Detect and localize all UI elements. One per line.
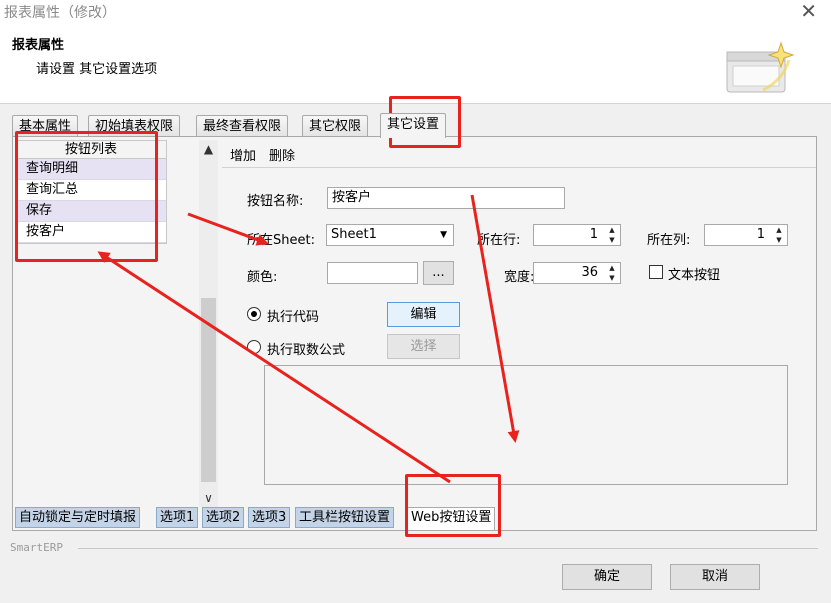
window-titlebar: 报表属性（修改） ✕ (0, 0, 831, 24)
ok-button[interactable]: 确定 (562, 564, 652, 590)
col-stepper[interactable]: 1 ▲ ▼ (704, 224, 788, 246)
spin-up-icon[interactable]: ▲ (606, 263, 618, 273)
window-sparkle-icon (726, 41, 795, 93)
edit-button[interactable]: 编辑 (387, 302, 460, 327)
tab-initial-fill-permission[interactable]: 初始填表权限 (88, 115, 181, 137)
width-value: 36 (581, 265, 598, 280)
color-picker-button[interactable]: ... (423, 261, 454, 285)
spin-down-icon[interactable]: ▼ (606, 235, 618, 245)
button-list: 按钮列表 查询明细 查询汇总 保存 按客户 (15, 140, 167, 244)
delete-button[interactable]: 删除 (269, 145, 295, 164)
exec-code-label: 执行代码 (267, 310, 320, 325)
tab-toolbar-buttons[interactable]: 工具栏按钮设置 (295, 507, 395, 528)
tab-auto-lock[interactable]: 自动锁定与定时填报 (15, 507, 141, 528)
scroll-down-icon[interactable]: ∨ (199, 489, 218, 507)
outer-tab-strip: 基本属性 初始填表权限 最终查看权限 其它权限 其它设置 (12, 113, 472, 138)
bottom-tab-strip: 自动锁定与定时填报 选项1 选项2 选项3 工具栏按钮设置 Web按钮设置 (12, 507, 512, 531)
tab-other-permission[interactable]: 其它权限 (302, 115, 369, 137)
row-stepper[interactable]: 1 ▲ ▼ (533, 224, 621, 246)
dialog-header: 报表属性 请设置 其它设置选项 (0, 24, 831, 104)
scroll-up-icon[interactable]: ▲ (199, 140, 218, 158)
width-label: 宽度: (504, 270, 535, 285)
code-textarea[interactable] (264, 365, 788, 485)
list-item[interactable]: 保存 (16, 201, 166, 222)
detail-toolbar: 增加 删除 (222, 140, 816, 168)
header-title: 报表属性 (12, 38, 65, 53)
tab-final-view-permission[interactable]: 最终查看权限 (196, 115, 289, 137)
tab-option-2[interactable]: 选项2 (202, 507, 245, 528)
list-item[interactable]: 按客户 (16, 222, 166, 243)
brand-label: SmartERP (10, 541, 63, 554)
color-label: 颜色: (247, 270, 278, 285)
header-subtitle: 请设置 其它设置选项 (36, 62, 158, 77)
width-stepper[interactable]: 36 ▲ ▼ (533, 262, 621, 284)
sheet-select[interactable]: Sheet1 ▼ (326, 224, 454, 246)
exec-formula-radio[interactable] (247, 340, 261, 354)
tab-other-settings[interactable]: 其它设置 (380, 113, 447, 138)
button-name-label: 按钮名称: (247, 194, 304, 209)
close-icon[interactable]: ✕ (800, 0, 817, 22)
text-button-checkbox[interactable] (649, 265, 663, 279)
exec-code-radio[interactable] (247, 307, 261, 321)
row-value: 1 (589, 227, 598, 242)
sheet-label: 所在Sheet: (247, 233, 315, 248)
list-item[interactable]: 查询明细 (16, 159, 166, 180)
button-name-input[interactable]: 按客户 (327, 187, 565, 209)
tab-basic-properties[interactable]: 基本属性 (12, 115, 79, 137)
scrollbar-thumb[interactable] (201, 298, 216, 482)
color-input[interactable] (327, 262, 418, 284)
row-label: 所在行: (477, 233, 521, 248)
tab-web-buttons[interactable]: Web按钮设置 (407, 507, 496, 531)
spin-up-icon[interactable]: ▲ (606, 225, 618, 235)
col-label: 所在列: (647, 233, 691, 248)
spin-down-icon[interactable]: ▼ (606, 273, 618, 283)
tab-option-1[interactable]: 选项1 (156, 507, 199, 528)
select-button[interactable]: 选择 (387, 334, 460, 359)
list-item[interactable]: 查询汇总 (16, 180, 166, 201)
add-button[interactable]: 增加 (230, 145, 256, 164)
chevron-down-icon: ▼ (440, 230, 447, 240)
window-title: 报表属性（修改） (4, 5, 116, 21)
button-detail-panel: 增加 删除 按钮名称: 按客户 所在Sheet: Sheet1 ▼ 所在行: 1… (222, 140, 816, 506)
spin-up-icon[interactable]: ▲ (773, 225, 785, 235)
col-value: 1 (756, 227, 765, 242)
cancel-button[interactable]: 取消 (670, 564, 760, 590)
spin-down-icon[interactable]: ▼ (773, 235, 785, 245)
vertical-scrollbar[interactable]: ▲ ∨ (199, 140, 218, 507)
tab-option-3[interactable]: 选项3 (248, 507, 291, 528)
button-list-header: 按钮列表 (16, 141, 166, 159)
footer-divider (78, 548, 818, 549)
text-button-label: 文本按钮 (668, 268, 721, 283)
exec-formula-label: 执行取数公式 (267, 343, 346, 358)
sheet-select-value: Sheet1 (331, 227, 377, 242)
